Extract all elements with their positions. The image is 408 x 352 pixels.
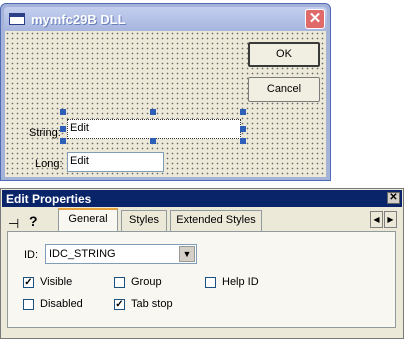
- properties-close-button[interactable]: ✕: [387, 192, 400, 204]
- dialog-design-surface[interactable]: OK Cancel String: Edit Long: Edit: [5, 31, 326, 177]
- visible-checkbox-box[interactable]: ✓: [23, 277, 34, 288]
- cancel-button[interactable]: Cancel: [248, 77, 320, 102]
- resize-handle-bottom-right[interactable]: [240, 138, 246, 144]
- tab-scroll-right-button[interactable]: ▶: [384, 211, 397, 228]
- string-label[interactable]: String:: [29, 127, 61, 139]
- edit-properties-window: Edit Properties ✕ ⊣ ? General Styles Ext…: [0, 188, 404, 339]
- long-edit-control[interactable]: Edit: [67, 152, 164, 172]
- disabled-checkbox-box[interactable]: [23, 299, 34, 310]
- group-checkbox-label: Group: [131, 276, 162, 288]
- id-value: IDC_STRING: [49, 248, 116, 260]
- tab-styles[interactable]: Styles: [121, 210, 167, 231]
- tab-scroll-left-button[interactable]: ◀: [370, 211, 383, 228]
- visible-checkbox-label: Visible: [40, 276, 73, 288]
- group-checkbox-box[interactable]: [114, 277, 125, 288]
- id-label: ID:: [24, 249, 39, 261]
- dropdown-arrow-icon[interactable]: ▼: [179, 246, 195, 262]
- window-icon: [9, 13, 25, 25]
- resize-handle-top-left[interactable]: [60, 109, 66, 115]
- string-edit-control[interactable]: Edit: [67, 119, 241, 139]
- tab-general[interactable]: General: [58, 208, 118, 232]
- tab-stop-checkbox-label: Tab stop: [131, 298, 173, 310]
- properties-title-bar[interactable]: Edit Properties ✕: [2, 190, 402, 207]
- resize-handle-top[interactable]: [150, 109, 156, 115]
- properties-title: Edit Properties: [6, 192, 92, 206]
- resize-handle-bottom-left[interactable]: [60, 138, 66, 144]
- help-icon[interactable]: ?: [29, 213, 38, 229]
- ok-button[interactable]: OK: [248, 42, 320, 67]
- help-id-checkbox-label: Help ID: [222, 276, 259, 288]
- dialog-window: mymfc29B DLL ✕ OK Cancel String: Edit Lo…: [0, 3, 331, 181]
- tab-stop-checkbox-box[interactable]: ✓: [114, 299, 125, 310]
- resize-handle-right[interactable]: [240, 126, 246, 132]
- resize-handle-top-right[interactable]: [240, 109, 246, 115]
- help-id-checkbox-box[interactable]: [205, 277, 216, 288]
- id-combobox[interactable]: IDC_STRING ▼: [45, 244, 197, 264]
- pin-icon[interactable]: ⊣: [8, 216, 19, 232]
- dialog-title-bar[interactable]: mymfc29B DLL ✕: [4, 7, 327, 31]
- dialog-title: mymfc29B DLL: [31, 12, 126, 27]
- general-tab-panel: ID: IDC_STRING ▼ ✓ Visible Group Help ID…: [7, 231, 396, 328]
- resize-handle-left[interactable]: [60, 126, 66, 132]
- dialog-close-button[interactable]: ✕: [305, 9, 325, 29]
- resize-handle-bottom[interactable]: [150, 138, 156, 144]
- disabled-checkbox-label: Disabled: [40, 298, 83, 310]
- tab-extended-styles[interactable]: Extended Styles: [170, 210, 262, 231]
- long-label[interactable]: Long:: [35, 158, 63, 170]
